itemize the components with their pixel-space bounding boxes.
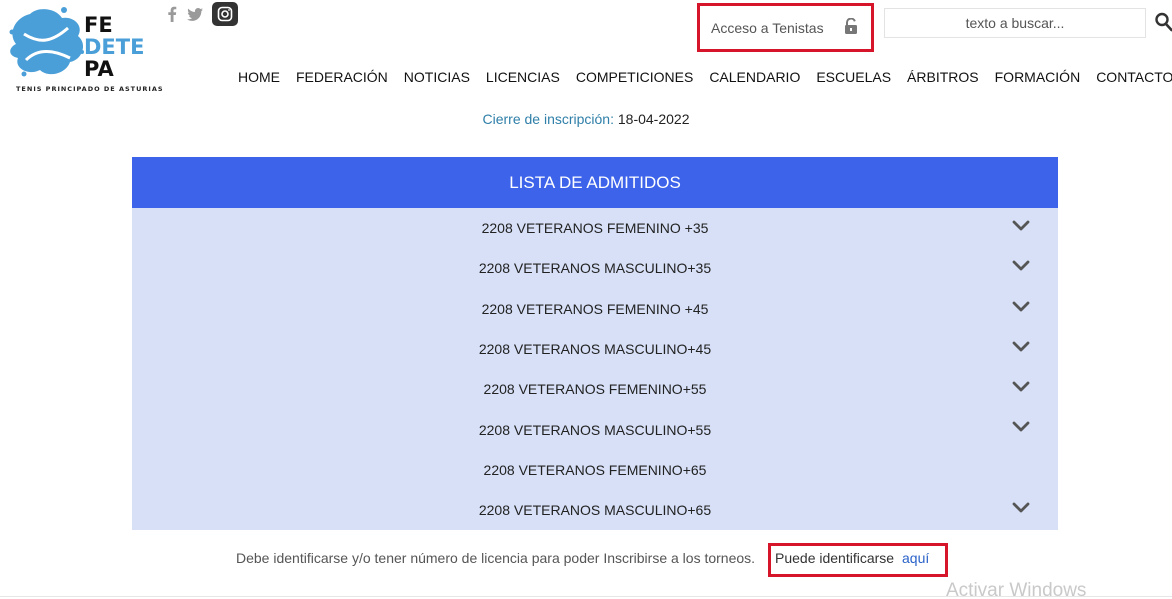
identify-text: Puede identificarse — [775, 550, 895, 566]
nav-contacto[interactable]: CONTACTO — [1096, 69, 1172, 85]
nav-competiciones[interactable]: COMPETICIONES — [576, 69, 693, 85]
player-access-label: Acceso a Tenistas — [711, 19, 824, 36]
chevron-down-icon[interactable] — [1012, 420, 1030, 436]
admitted-list-panel: LISTA DE ADMITIDOS 2208 VETERANOS FEMENI… — [132, 157, 1058, 530]
login-notice: Debe identificarse y/o tener número de l… — [236, 550, 756, 566]
category-row[interactable]: 2208 VETERANOS FEMENINO +45 — [132, 289, 1058, 329]
category-label: 2208 VETERANOS MASCULINO+55 — [478, 421, 712, 438]
category-row[interactable]: 2208 VETERANOS MASCULINO+65 — [132, 490, 1058, 530]
facebook-icon[interactable] — [166, 2, 178, 26]
identify-link[interactable]: aquí — [902, 550, 929, 566]
nav-federacion[interactable]: FEDERACIÓN — [296, 69, 388, 85]
nav-licencias[interactable]: LICENCIAS — [486, 69, 560, 85]
chevron-down-icon[interactable] — [1012, 219, 1030, 235]
player-access-button[interactable]: Acceso a Tenistas — [697, 3, 874, 52]
nav-formacion[interactable]: FORMACIÓN — [995, 69, 1081, 85]
twitter-icon[interactable] — [186, 2, 204, 26]
deadline-value: 18-04-2022 — [617, 111, 690, 127]
category-label: 2208 VETERANOS MASCULINO+65 — [478, 502, 712, 519]
category-row[interactable]: 2208 VETERANOS MASCULINO+35 — [132, 248, 1058, 288]
logo-text-pa: PA — [84, 57, 114, 81]
category-row[interactable]: 2208 VETERANOS MASCULINO+45 — [132, 329, 1058, 369]
chevron-down-icon[interactable] — [1012, 340, 1030, 356]
nav-escuelas[interactable]: ESCUELAS — [816, 69, 891, 85]
main-nav: HOME FEDERACIÓN NOTICIAS LICENCIAS COMPE… — [238, 69, 1172, 85]
search-icon[interactable] — [1155, 12, 1172, 32]
category-row[interactable]: 2208 VETERANOS FEMENINO+55 — [132, 369, 1058, 409]
registration-deadline: Cierre de inscripción: 18-04-2022 — [0, 111, 1172, 127]
logo-text-dete: DETE — [84, 35, 145, 59]
search-input[interactable] — [884, 8, 1146, 38]
chevron-down-icon[interactable] — [1012, 380, 1030, 396]
category-label: 2208 VETERANOS MASCULINO+45 — [478, 341, 712, 358]
footer-divider — [0, 596, 1172, 597]
chevron-down-icon[interactable] — [1012, 501, 1030, 517]
tennis-ball-splash-icon — [9, 7, 84, 77]
logo-text-fe: FE — [84, 13, 113, 37]
lock-open-icon — [844, 17, 858, 40]
admitted-list-title: LISTA DE ADMITIDOS — [132, 157, 1058, 208]
admitted-list-rows: 2208 VETERANOS FEMENINO +35 2208 VETERANO… — [132, 208, 1058, 530]
nav-arbitros[interactable]: ÁRBITROS — [907, 69, 979, 85]
category-label: 2208 VETERANOS FEMENINO +35 — [481, 220, 709, 237]
category-row[interactable]: 2208 VETERANOS FEMENINO+65 — [132, 450, 1058, 490]
category-row[interactable]: 2208 VETERANOS MASCULINO+55 — [132, 409, 1058, 449]
deadline-label: Cierre de inscripción: — [482, 111, 614, 127]
category-label: 2208 VETERANOS FEMENINO+65 — [483, 461, 707, 478]
instagram-icon[interactable] — [212, 2, 238, 26]
social-links — [166, 2, 238, 26]
chevron-down-icon[interactable] — [1012, 300, 1030, 316]
nav-home[interactable]: HOME — [238, 69, 280, 85]
nav-noticias[interactable]: NOTICIAS — [404, 69, 470, 85]
chevron-down-icon[interactable] — [1012, 259, 1030, 275]
category-label: 2208 VETERANOS FEMENINO+55 — [483, 381, 707, 398]
category-label: 2208 VETERANOS FEMENINO +45 — [481, 300, 709, 317]
fedetepa-logo[interactable]: FE DETE PA TENIS PRINCIPADO DE ASTURIAS — [4, 4, 164, 98]
category-label: 2208 VETERANOS MASCULINO+35 — [478, 260, 712, 277]
category-row[interactable]: 2208 VETERANOS FEMENINO +35 — [132, 208, 1058, 248]
nav-calendario[interactable]: CALENDARIO — [709, 69, 800, 85]
logo-tagline: TENIS PRINCIPADO DE ASTURIAS — [16, 85, 164, 93]
